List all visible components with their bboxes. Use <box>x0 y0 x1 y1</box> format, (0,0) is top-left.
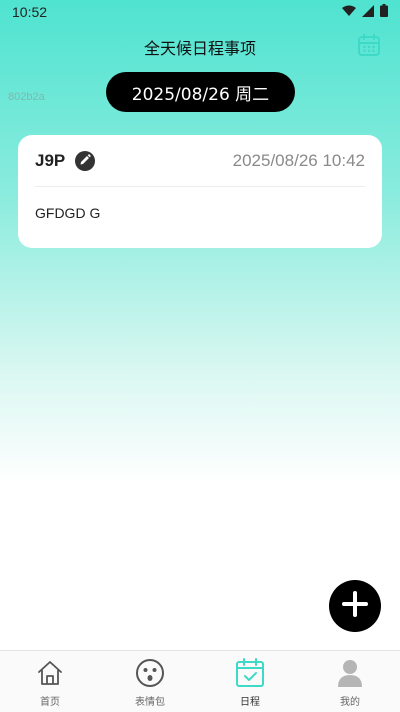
pencil-icon <box>79 151 92 170</box>
schedule-content: GFDGD G <box>35 205 101 221</box>
tab-home[interactable]: 首页 <box>0 651 100 712</box>
tab-profile-label: 我的 <box>340 697 360 708</box>
status-time: 10:52 <box>12 4 48 20</box>
status-icons <box>342 4 388 20</box>
bottom-tab-bar: 首页 表情包 日程 我的 <box>0 650 400 712</box>
calendar-check-icon <box>235 658 265 688</box>
home-icon <box>35 658 65 688</box>
schedule-card-header: J9P 2025/08/26 10:42 <box>35 135 365 187</box>
signal-icon <box>362 4 374 20</box>
wifi-icon <box>342 4 356 20</box>
plus-icon <box>340 589 370 623</box>
tab-emoji-label: 表情包 <box>135 697 165 708</box>
app-header: 全天候日程事项 <box>0 28 400 66</box>
battery-icon <box>380 4 388 20</box>
tab-emoji[interactable]: 表情包 <box>100 651 200 712</box>
page-title: 全天候日程事项 <box>143 39 256 58</box>
date-selector-label: 2025/08/26 周二 <box>131 84 270 105</box>
tab-schedule-label: 日程 <box>240 697 260 708</box>
schedule-card-title-group: J9P <box>35 150 96 171</box>
date-selector-button[interactable]: 2025/08/26 周二 <box>106 72 295 112</box>
calendar-button[interactable] <box>356 33 382 61</box>
calendar-icon <box>357 33 381 61</box>
schedule-title: J9P <box>35 150 66 170</box>
edit-button[interactable] <box>75 150 96 171</box>
debug-text: 802b2a <box>8 91 45 103</box>
schedule-card[interactable]: J9P 2025/08/26 10:42 GFDGD G <box>18 135 382 248</box>
emoji-icon <box>135 658 165 688</box>
schedule-datetime: 2025/08/26 10:42 <box>232 150 365 170</box>
add-schedule-button[interactable] <box>329 580 381 632</box>
tab-profile[interactable]: 我的 <box>300 651 400 712</box>
user-icon <box>335 658 365 688</box>
status-bar: 10:52 <box>0 0 400 24</box>
tab-schedule[interactable]: 日程 <box>200 651 300 712</box>
tab-home-label: 首页 <box>40 697 60 708</box>
